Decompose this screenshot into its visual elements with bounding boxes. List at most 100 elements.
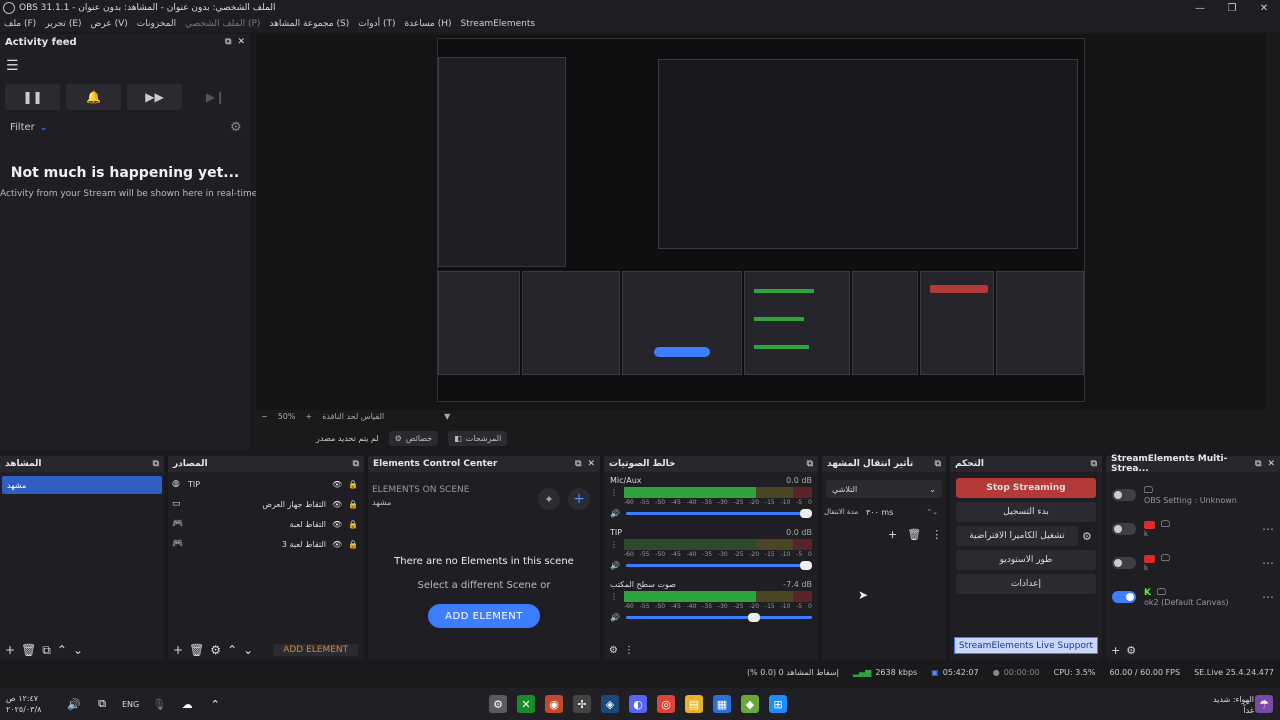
transition-select[interactable]: التلاشي ⌄ xyxy=(826,480,942,498)
notification-bell-button[interactable]: 🔔 xyxy=(66,84,121,110)
speaker-icon[interactable]: 🔊 xyxy=(610,561,620,570)
source-item[interactable]: 🎮 التقاط لعبة 3 👁 🔒 xyxy=(172,534,360,554)
gear-icon[interactable]: ⚙ xyxy=(1126,644,1136,657)
add-icon[interactable]: + xyxy=(1111,644,1120,657)
weather-title[interactable]: الهواء: شديد xyxy=(1213,694,1254,705)
skip-end-button[interactable]: ▶❙ xyxy=(188,84,243,110)
zoom-mode[interactable]: القياس لحد النافذة xyxy=(322,412,384,421)
float-icon[interactable]: ⧉ xyxy=(353,459,359,469)
eye-icon[interactable]: 👁 xyxy=(332,500,348,509)
stream-preview-canvas[interactable] xyxy=(437,38,1085,402)
virtual-camera-gear-icon[interactable]: ⚙ xyxy=(1082,530,1102,543)
zoom-dropdown-icon[interactable]: ▼ xyxy=(444,412,450,421)
weather-icon[interactable]: ☂ xyxy=(1255,695,1273,713)
cloud-icon[interactable]: ☁ xyxy=(178,695,196,713)
microphone-icon[interactable]: 🎙 xyxy=(150,695,168,713)
tray-chevron-up-icon[interactable]: ⌃ xyxy=(206,695,224,713)
speaker-icon[interactable]: 🔊 xyxy=(610,613,620,622)
destination-toggle[interactable] xyxy=(1112,591,1136,603)
speaker-icon[interactable]: 🔊 xyxy=(65,695,83,713)
network-icon[interactable]: ⧉ xyxy=(93,695,111,713)
weather-sub[interactable]: غداً xyxy=(1213,705,1254,716)
clock-time[interactable]: ١٢:٤٧ ص xyxy=(6,693,60,704)
close-dock-icon[interactable]: ✕ xyxy=(587,459,595,469)
magic-sparkle-icon[interactable]: ✦ xyxy=(538,488,560,510)
skip-button[interactable]: ▶▶ xyxy=(127,84,182,110)
more-vertical-icon[interactable]: ⋮ xyxy=(624,645,634,656)
trash-icon[interactable]: 🗑 xyxy=(21,643,36,657)
eye-icon[interactable]: 👁 xyxy=(332,520,348,529)
gear-icon[interactable]: ⚙ xyxy=(210,643,221,657)
move-up-icon[interactable]: ⌃ xyxy=(57,643,67,657)
menu-item-0[interactable]: ملف (F) xyxy=(4,19,36,29)
float-icon[interactable]: ⧉ xyxy=(153,459,159,469)
add-icon[interactable]: + xyxy=(5,643,15,657)
destination-toggle[interactable] xyxy=(1112,523,1136,535)
source-item[interactable]: ◍ TIP 👁 🔒 xyxy=(172,474,360,494)
settings-button[interactable]: إعدادات xyxy=(956,574,1096,594)
float-icon[interactable]: ⧉ xyxy=(807,459,813,469)
studio-mode-button[interactable]: طور الاستوديو xyxy=(956,550,1096,570)
stop-streaming-button[interactable]: Stop Streaming xyxy=(956,478,1096,498)
move-down-icon[interactable]: ⌄ xyxy=(243,643,253,657)
source-item[interactable]: ▭ التقاط جهاز العرض 👁 🔒 xyxy=(172,494,360,514)
volume-slider[interactable] xyxy=(625,613,812,622)
more-vertical-icon[interactable]: ⋮ xyxy=(610,488,618,497)
speaker-icon[interactable]: 🔊 xyxy=(610,509,620,518)
stepper-icon[interactable]: ⌃⌄ xyxy=(926,508,938,516)
pause-button[interactable]: ❚❚ xyxy=(5,84,60,110)
add-icon[interactable]: + xyxy=(173,643,183,657)
move-up-icon[interactable]: ⌃ xyxy=(227,643,237,657)
language-indicator[interactable]: ENG xyxy=(122,700,139,709)
app-icon[interactable]: ✢ xyxy=(573,695,591,713)
filters-button[interactable]: ◧ المرشحات xyxy=(448,430,508,446)
close-dock-icon[interactable]: ✕ xyxy=(1267,459,1275,469)
lock-icon[interactable]: 🔒 xyxy=(348,500,360,509)
close-dock-icon[interactable]: ✕ xyxy=(237,37,245,47)
minecraft-app-icon[interactable]: ◆ xyxy=(741,695,759,713)
maximize-icon[interactable]: ❐ xyxy=(1216,0,1248,16)
gear-icon[interactable]: ⚙ xyxy=(230,120,242,135)
eye-icon[interactable]: 👁 xyxy=(332,540,348,549)
more-vertical-icon[interactable]: ⋮ xyxy=(931,528,942,541)
source-item[interactable]: 🎮 التقاط لعبة 👁 🔒 xyxy=(172,514,360,534)
menu-item-7[interactable]: مساعدة (H) xyxy=(404,19,451,29)
menu-item-3[interactable]: المخزونات xyxy=(137,19,176,29)
float-icon[interactable]: ⧉ xyxy=(935,459,941,469)
add-element-button[interactable]: ADD ELEMENT xyxy=(273,644,359,656)
mixer-settings-icon[interactable]: ⚙ xyxy=(609,645,618,656)
close-icon[interactable]: ✕ xyxy=(1248,0,1280,16)
lock-icon[interactable]: 🔒 xyxy=(348,520,360,529)
float-icon[interactable]: ⧉ xyxy=(1255,459,1261,469)
destination-toggle[interactable] xyxy=(1112,557,1136,569)
menu-item-8[interactable]: StreamElements xyxy=(461,19,536,29)
destination-toggle[interactable] xyxy=(1112,489,1136,501)
volume-slider[interactable] xyxy=(625,509,812,518)
filter-dropdown[interactable]: Filter ⌄ xyxy=(10,122,47,133)
move-down-icon[interactable]: ⌄ xyxy=(73,643,83,657)
store-app-icon[interactable]: ▦ xyxy=(713,695,731,713)
properties-button[interactable]: ⚙ خصائص xyxy=(388,430,439,446)
more-vertical-icon[interactable]: ⋮ xyxy=(610,540,618,549)
float-icon[interactable]: ⧉ xyxy=(225,37,231,47)
chrome-app-icon[interactable]: ◎ xyxy=(657,695,675,713)
windows-start-icon[interactable]: ⊞ xyxy=(769,695,787,713)
copy-icon[interactable]: ⧉ xyxy=(42,643,51,658)
trash-icon[interactable]: 🗑 xyxy=(189,643,204,657)
scene-item[interactable]: مشهد xyxy=(2,476,162,494)
xbox-app-icon[interactable]: ✕ xyxy=(517,695,535,713)
obs-app-icon[interactable]: ◉ xyxy=(545,695,563,713)
more-vertical-icon[interactable]: ⋮ xyxy=(610,592,618,601)
menu-item-5[interactable]: مجموعة المشاهد (S) xyxy=(269,19,349,29)
hamburger-menu-icon[interactable]: ☰ xyxy=(6,58,19,74)
discord-app-icon[interactable]: ◐ xyxy=(629,695,647,713)
zoom-in-icon[interactable]: + xyxy=(305,412,312,421)
float-icon[interactable]: ⧉ xyxy=(575,459,581,469)
menu-item-4[interactable]: الملف الشخصي (P) xyxy=(185,19,260,29)
menu-item-6[interactable]: أدوات (T) xyxy=(358,19,395,29)
zoom-out-icon[interactable]: − xyxy=(261,412,268,421)
more-horizontal-icon[interactable]: ⋯ xyxy=(1262,522,1274,536)
duration-input[interactable]: ٣٠٠ ms ⌃⌄ xyxy=(862,504,942,520)
menu-item-2[interactable]: عرض (V) xyxy=(91,19,128,29)
volume-slider[interactable] xyxy=(625,561,812,570)
